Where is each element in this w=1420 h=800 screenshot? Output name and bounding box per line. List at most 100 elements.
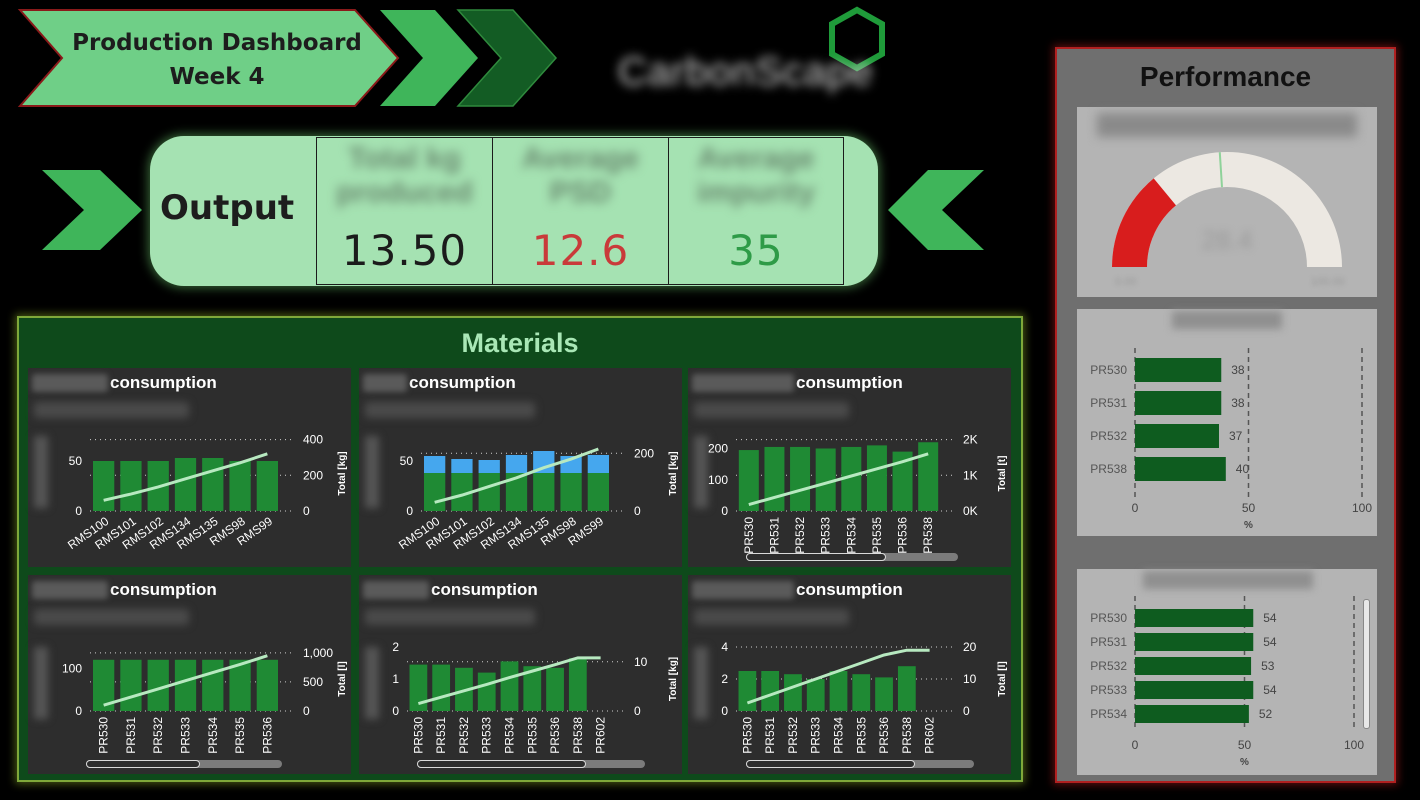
bar — [478, 473, 500, 511]
right-tick-label: 200 — [303, 468, 323, 482]
bar-stacked — [505, 455, 528, 473]
right-tick-label: 1,000 — [303, 646, 333, 660]
bar — [918, 442, 939, 511]
kpi-title: Average PSD — [521, 142, 640, 209]
bar — [587, 473, 609, 511]
bar — [432, 664, 451, 711]
data-label: 37 — [1229, 429, 1243, 443]
category-label: PR536 — [548, 717, 562, 754]
performance-section: Performance 28.4 0.00 100.00 0 50 100% PR530 3… — [1055, 47, 1396, 783]
category-label: PR531 — [763, 717, 777, 754]
consumption-chart: 42020100Total [l]PR530 PR531 PR532 PR533 PR5… — [721, 640, 1008, 754]
bar — [897, 666, 916, 711]
x-tick-label: 100 — [1352, 501, 1372, 515]
scrollbar-thumb[interactable] — [417, 760, 586, 768]
category-label: PR532 — [786, 717, 800, 754]
category-label: PR532 — [793, 517, 807, 554]
title-line-1: Production Dashboard — [72, 30, 362, 56]
left-tick-label: 100 — [62, 661, 82, 675]
right-axis-title: Total [l] — [337, 661, 348, 696]
bar — [202, 659, 224, 711]
bar — [1135, 457, 1226, 481]
horizontal-scrollbar[interactable] — [417, 760, 645, 768]
category-label: PR530 — [411, 717, 425, 754]
left-tick-label: 2 — [721, 672, 728, 686]
category-label: PR536 — [260, 717, 274, 754]
bar-stacked — [424, 456, 446, 473]
kpi-value-total: 13.50 — [341, 226, 468, 275]
materials-title: Materials — [461, 328, 579, 358]
bar — [1135, 358, 1222, 382]
bar — [568, 658, 587, 711]
bar — [806, 679, 825, 711]
right-axis-title: Total [kg] — [668, 451, 679, 495]
category-label: PR531 — [767, 517, 781, 554]
horizontal-scrollbar[interactable] — [746, 553, 958, 561]
bar — [1135, 633, 1254, 651]
category-label: PR538 — [571, 717, 585, 754]
right-tick-label: 0 — [963, 704, 970, 718]
title-line-2: Week 4 — [169, 64, 265, 90]
output-label: Output — [160, 188, 295, 228]
right-tick-label: 0 — [303, 704, 310, 718]
engineered-yield-card: 0 50 100% PR530 54 PR531 54 PR532 53 PR533 54 PR534… — [1077, 569, 1377, 775]
left-chevron-decoration — [42, 170, 142, 250]
scrollbar-thumb[interactable] — [746, 553, 886, 561]
left-tick-label: 2 — [392, 640, 399, 654]
category-label: PR531 — [434, 717, 448, 754]
bar — [174, 458, 197, 511]
performance-title: Performance — [1139, 61, 1312, 92]
bar — [533, 473, 555, 511]
bar — [256, 659, 278, 711]
right-tick-label: 10 — [963, 672, 977, 686]
bar — [120, 659, 142, 711]
category-label: PR535 — [525, 717, 539, 754]
category-label: PR533 — [1090, 683, 1127, 697]
bar — [477, 672, 496, 711]
bar — [852, 674, 871, 711]
category-label: PR534 — [503, 717, 517, 754]
scrollbar-thumb[interactable] — [86, 760, 200, 768]
right-tick-label: 0 — [634, 504, 641, 518]
right-axis-title: Total [t] — [997, 456, 1008, 492]
x-axis-title: % — [1240, 757, 1249, 768]
horizontal-scrollbar[interactable] — [746, 760, 974, 768]
category-label: PR534 — [832, 717, 846, 754]
category-label: PR533 — [809, 717, 823, 754]
left-tick-label: 50 — [69, 454, 83, 468]
right-tick-label: 200 — [634, 446, 654, 460]
right-chevron-decoration — [888, 170, 984, 250]
left-tick-label: 4 — [721, 640, 728, 654]
bar — [1135, 681, 1254, 699]
bar-stacked — [587, 455, 609, 473]
category-label: PR534 — [844, 517, 858, 554]
category-label: PR531 — [1090, 396, 1127, 410]
category-label: PR531 — [1090, 635, 1127, 649]
horizontal-scrollbar[interactable] — [86, 760, 282, 768]
right-axis-title: Total [kg] — [668, 657, 679, 701]
bar — [866, 445, 887, 511]
kpi-value-impurity: 35 — [728, 226, 784, 275]
material-panel-6: consumption 4 2 0 20 10 0 Total [l] PR530 PR531 P… — [688, 575, 1011, 774]
material-panel-5: consumption 2 1 0 10 0 Total [kg] PR530 PR531 PR… — [359, 575, 682, 774]
left-tick-label: 0 — [721, 704, 728, 718]
category-label: PR536 — [877, 717, 891, 754]
bar — [202, 458, 224, 511]
material-panel-2: consumption 50 0 200 0 Total [kg] RMS100 RMS10… — [359, 368, 682, 567]
bar-stacked — [451, 459, 473, 473]
right-tick-label: 0 — [303, 504, 310, 518]
brand-logo-text: CarbonScape — [618, 50, 874, 94]
right-tick-label: 1K — [963, 468, 978, 482]
bar — [546, 667, 564, 711]
vertical-scrollbar[interactable] — [1363, 599, 1370, 729]
data-label: 38 — [1231, 396, 1245, 410]
scrollbar-thumb[interactable] — [746, 760, 915, 768]
x-tick-label: 50 — [1238, 738, 1252, 752]
left-tick-label: 0 — [392, 704, 399, 718]
right-tick-label: 0K — [963, 504, 978, 518]
category-label: PR534 — [206, 717, 220, 754]
right-axis-title: Total [kg] — [337, 451, 348, 495]
data-label: 54 — [1263, 611, 1277, 625]
category-label: PR538 — [1090, 462, 1127, 476]
bar — [738, 671, 757, 711]
